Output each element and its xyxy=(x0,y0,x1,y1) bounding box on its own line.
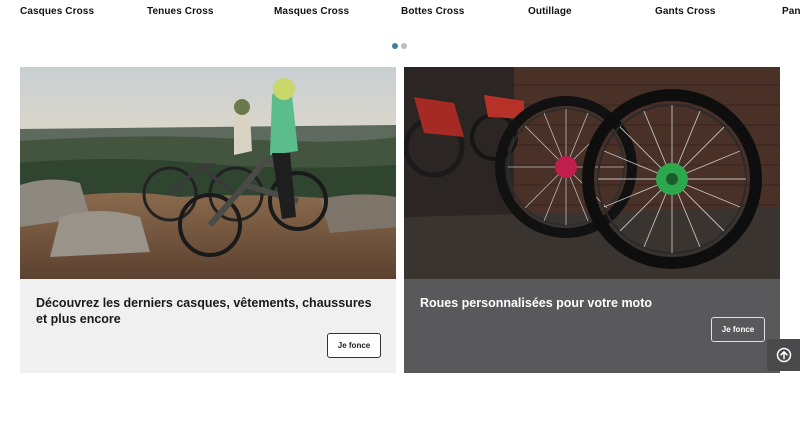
carousel-pagination xyxy=(392,43,407,49)
scroll-to-top-button[interactable] xyxy=(767,339,800,371)
card-image-riders xyxy=(20,67,396,279)
nav-link-tenues-cross[interactable]: Tenues Cross xyxy=(147,6,214,17)
nav-link-masques-cross[interactable]: Masques Cross xyxy=(274,6,349,17)
card-title: Roues personnalisées pour votre moto xyxy=(420,296,652,310)
promo-card-equipment[interactable]: Découvrez les derniers casques, vêtement… xyxy=(20,67,396,373)
je-fonce-button[interactable]: Je fonce xyxy=(327,333,381,358)
nav-link-casques-cross[interactable]: Casques Cross xyxy=(20,6,94,17)
nav-link-pan[interactable]: Pan xyxy=(782,6,800,17)
nav-link-gants-cross[interactable]: Gants Cross xyxy=(655,6,716,17)
carousel-dot-2[interactable] xyxy=(401,43,407,49)
je-fonce-button[interactable]: Je fonce xyxy=(711,317,765,342)
category-nav: Casques Cross Tenues Cross Masques Cross… xyxy=(0,0,800,24)
carousel-dot-1[interactable] xyxy=(392,43,398,49)
nav-link-bottes-cross[interactable]: Bottes Cross xyxy=(401,6,464,17)
card-title: Découvrez les derniers casques, vêtement… xyxy=(36,296,372,326)
card-image-wheels xyxy=(404,67,780,279)
nav-link-outillage[interactable]: Outillage xyxy=(528,6,572,17)
arrow-up-circle-icon xyxy=(776,347,791,363)
promo-card-wheels[interactable]: Roues personnalisées pour votre moto Je … xyxy=(404,67,780,373)
